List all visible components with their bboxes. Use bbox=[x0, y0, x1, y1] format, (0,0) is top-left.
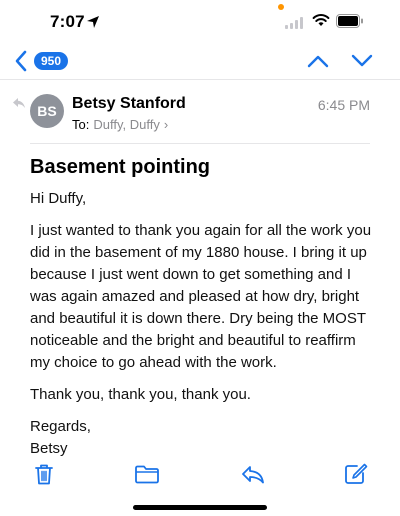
message-time: 6:45 PM bbox=[317, 97, 370, 113]
next-message-chevron-down-icon[interactable] bbox=[350, 52, 374, 70]
replied-indicator-icon bbox=[13, 98, 25, 108]
recipient-names: Duffy, Duffy bbox=[93, 117, 160, 132]
trash-icon[interactable] bbox=[31, 462, 57, 486]
sender-name[interactable]: Betsy Stanford bbox=[72, 95, 186, 113]
body-closing: Regards, bbox=[30, 418, 91, 435]
body-thanks: Thank you, thank you, thank you. bbox=[30, 386, 251, 403]
home-indicator[interactable] bbox=[133, 505, 267, 510]
reply-icon[interactable] bbox=[240, 462, 266, 486]
wifi-icon bbox=[312, 14, 330, 26]
sender-avatar[interactable]: BS bbox=[30, 94, 64, 128]
location-arrow-icon bbox=[87, 16, 99, 28]
nav-bar: 950 bbox=[0, 44, 400, 80]
cellular-signal-icon bbox=[285, 17, 303, 29]
avatar-initials: BS bbox=[37, 103, 57, 119]
body-paragraph: I just wanted to thank you again for all… bbox=[30, 222, 372, 371]
message-body: Hi Duffy, I just wanted to thank you aga… bbox=[30, 188, 375, 460]
recipients-line[interactable]: To: Duffy, Duffy › bbox=[72, 117, 168, 132]
unread-count-badge: 950 bbox=[34, 52, 69, 70]
back-button[interactable]: 950 bbox=[14, 48, 69, 74]
body-greeting: Hi Duffy, bbox=[30, 190, 87, 207]
mail-message-screen: 7:07 950 BS Betsy Stanford To: Duffy, Du… bbox=[0, 0, 400, 516]
previous-message-chevron-up-icon[interactable] bbox=[306, 52, 330, 70]
bottom-toolbar bbox=[0, 456, 400, 496]
to-label: To: bbox=[72, 117, 90, 132]
chevron-right-icon: › bbox=[163, 117, 169, 132]
folder-icon[interactable] bbox=[134, 462, 160, 486]
privacy-indicator-dot bbox=[278, 4, 284, 10]
status-time: 7:07 bbox=[50, 12, 85, 31]
header-divider bbox=[30, 143, 370, 144]
battery-icon bbox=[336, 14, 363, 28]
status-bar: 7:07 bbox=[0, 0, 400, 44]
message-subject: Basement pointing bbox=[30, 156, 211, 178]
chevron-left-icon bbox=[15, 50, 27, 72]
compose-icon[interactable] bbox=[343, 462, 369, 486]
